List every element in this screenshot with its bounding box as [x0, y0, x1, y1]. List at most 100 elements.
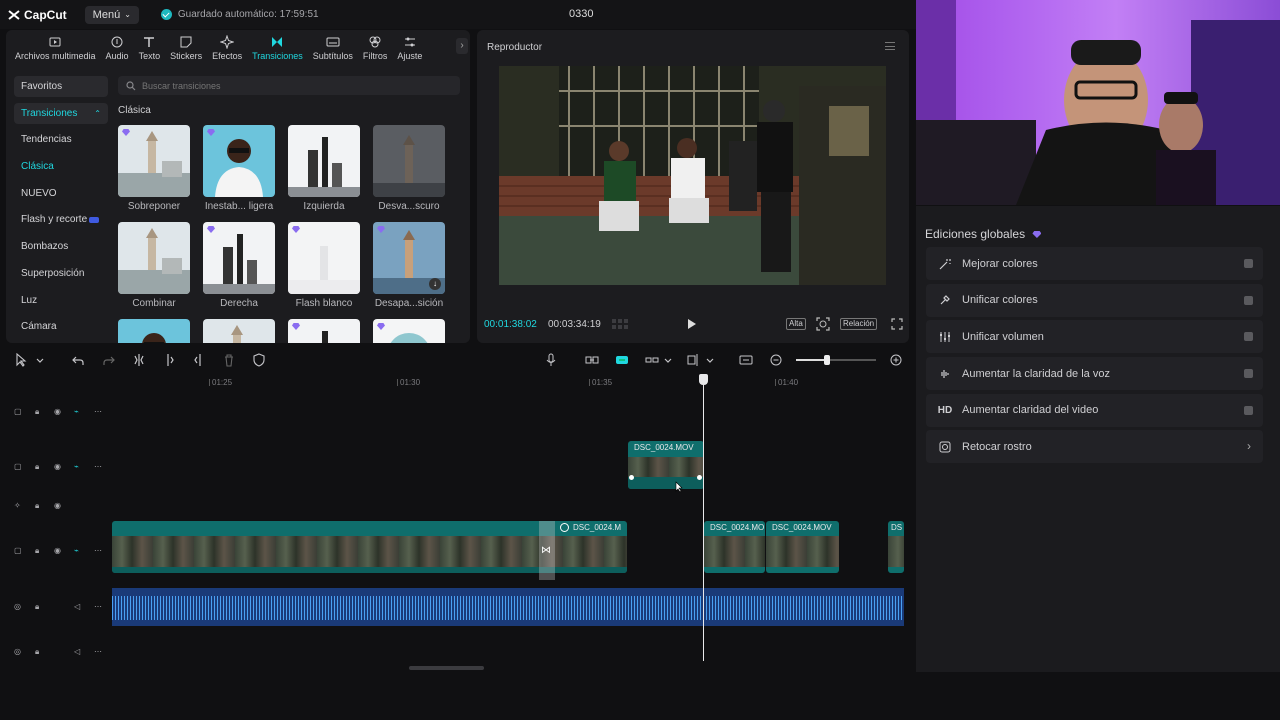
focus-frame-icon[interactable]	[816, 317, 830, 331]
global-edit-item[interactable]: Retocar rostro ›	[926, 430, 1263, 464]
shield-icon[interactable]	[252, 353, 266, 367]
lock-icon[interactable]: 🔒︎	[35, 462, 45, 472]
transition-tile[interactable]: ↓ Desapa...sición	[373, 222, 445, 309]
audio-track-clip[interactable]	[112, 588, 904, 626]
audio-link-icon[interactable]: ⌁	[74, 407, 84, 417]
speaker-icon[interactable]: ◁	[74, 602, 84, 612]
global-edit-item[interactable]: HD Aumentar claridad del video	[926, 393, 1263, 427]
global-edit-item[interactable]: Unificar volumen	[926, 320, 1263, 354]
category-item[interactable]: Transiciones ⌃	[14, 102, 108, 124]
timeline-fit-icon[interactable]	[739, 353, 753, 367]
play-button[interactable]	[688, 319, 696, 329]
category-item[interactable]: Favoritos	[14, 76, 108, 97]
chevron-down-icon[interactable]	[661, 353, 675, 367]
eye-icon[interactable]: ◉	[54, 501, 64, 511]
audio-track-icon[interactable]: ◎	[14, 602, 24, 612]
eye-icon[interactable]: ◉	[54, 546, 64, 556]
transition-tile[interactable]: Izquierda	[288, 125, 360, 212]
cover-icon[interactable]: ▢	[14, 407, 24, 417]
trim-right-icon[interactable]	[192, 353, 206, 367]
menu-button[interactable]: Menú ⌄	[84, 5, 139, 24]
transition-tile[interactable]: Flash blanco	[288, 222, 360, 309]
transition-tile[interactable]	[288, 319, 360, 343]
cover-icon[interactable]: ▢	[14, 546, 24, 556]
audio-link-icon[interactable]: ⌁	[74, 462, 84, 472]
preview-axis-icon[interactable]	[686, 353, 700, 367]
tab-filters[interactable]: Filtros	[358, 30, 393, 61]
category-item[interactable]: Cámara	[14, 316, 108, 337]
toggle-checkbox[interactable]	[1244, 405, 1253, 415]
link-clips-icon[interactable]	[585, 353, 599, 367]
more-icon[interactable]: ⋯	[94, 546, 104, 556]
microphone-icon[interactable]	[544, 353, 558, 367]
tab-media[interactable]: Archivos multimedia	[10, 30, 101, 61]
quality-button[interactable]: Alta	[786, 318, 806, 330]
keyframe-handle[interactable]	[629, 475, 634, 480]
category-item[interactable]: Flash y recorte	[14, 209, 108, 230]
chevron-down-icon[interactable]	[33, 353, 47, 367]
global-edit-item[interactable]: Unificar colores	[926, 283, 1263, 317]
search-box[interactable]	[118, 76, 460, 95]
overlay-clip[interactable]: DSC_0024.MOV	[628, 441, 704, 489]
more-icon[interactable]: ⋯	[94, 407, 104, 417]
undo-icon[interactable]	[71, 353, 85, 367]
transition-marker[interactable]: ⋈	[539, 521, 555, 580]
main-clip-3[interactable]: DSC_0024.MOV	[766, 521, 839, 573]
category-item[interactable]: Tendencias	[14, 129, 108, 150]
linkage-icon[interactable]	[645, 353, 659, 367]
tab-text[interactable]: Texto	[134, 30, 166, 61]
delete-icon[interactable]	[222, 353, 236, 367]
transition-tile[interactable]	[203, 319, 275, 343]
playhead-line[interactable]	[703, 378, 704, 661]
speaker-icon[interactable]: ◁	[74, 647, 84, 657]
horizontal-scrollbar[interactable]	[409, 666, 484, 670]
main-clip-4[interactable]: DS	[888, 521, 904, 573]
tab-adjust[interactable]: Ajuste	[392, 30, 427, 61]
project-title[interactable]: 0330	[569, 8, 593, 20]
select-cursor-icon[interactable]	[14, 353, 28, 367]
effect-icon[interactable]: ✧	[14, 501, 24, 511]
download-icon[interactable]: ↓	[429, 278, 441, 290]
zoom-out-icon[interactable]	[769, 353, 783, 367]
trim-left-icon[interactable]	[162, 353, 176, 367]
magnet-snap-icon[interactable]	[615, 353, 629, 367]
more-icon[interactable]: ⋯	[94, 647, 104, 657]
chevron-right-icon[interactable]: ›	[456, 38, 468, 54]
tab-effects[interactable]: Efectos	[207, 30, 247, 61]
global-edit-item[interactable]: Aumentar la claridad de la voz	[926, 357, 1263, 391]
fullscreen-icon[interactable]	[891, 317, 903, 330]
keyframe-handle[interactable]	[697, 475, 702, 480]
category-item[interactable]: Bombazos	[14, 236, 108, 257]
category-item[interactable]: Clásica	[14, 156, 108, 177]
redo-icon[interactable]	[102, 353, 116, 367]
toggle-checkbox[interactable]	[1244, 369, 1253, 379]
eye-icon[interactable]: ◉	[54, 407, 64, 417]
audio-link-icon[interactable]: ⌁	[74, 546, 84, 556]
lock-icon[interactable]: 🔒︎	[35, 647, 45, 657]
search-input[interactable]	[142, 80, 442, 91]
category-item[interactable]: Luz	[14, 290, 108, 311]
tab-transitions[interactable]: Transiciones	[247, 30, 308, 61]
audio-track-icon[interactable]: ◎	[14, 647, 24, 657]
lock-icon[interactable]: 🔒︎	[35, 546, 45, 556]
category-item[interactable]: NUEVO	[14, 183, 108, 204]
transition-tile[interactable]: Combinar	[118, 222, 190, 309]
toggle-checkbox[interactable]	[1244, 332, 1253, 342]
zoom-slider-handle[interactable]	[824, 355, 830, 365]
split-icon[interactable]	[132, 353, 146, 367]
tab-sticker[interactable]: Stickers	[165, 30, 207, 61]
chevron-down-icon[interactable]	[703, 353, 717, 367]
category-item[interactable]: Superposición	[14, 263, 108, 284]
transition-tile[interactable]: Inestab... ligera	[203, 125, 275, 212]
tab-audio[interactable]: Audio	[101, 30, 134, 61]
toggle-checkbox[interactable]	[1244, 295, 1253, 305]
eye-icon[interactable]: ◉	[54, 462, 64, 472]
transition-tile[interactable]: Sobreponer	[118, 125, 190, 212]
global-edit-item[interactable]: Mejorar colores	[926, 247, 1263, 280]
hamburger-menu-icon[interactable]	[885, 42, 895, 50]
more-icon[interactable]: ⋯	[94, 462, 104, 472]
lock-icon[interactable]: 🔒︎	[35, 501, 45, 511]
transition-tile[interactable]	[373, 319, 445, 343]
transition-tile[interactable]: Desva...scuro	[373, 125, 445, 212]
video-preview[interactable]	[499, 66, 886, 285]
